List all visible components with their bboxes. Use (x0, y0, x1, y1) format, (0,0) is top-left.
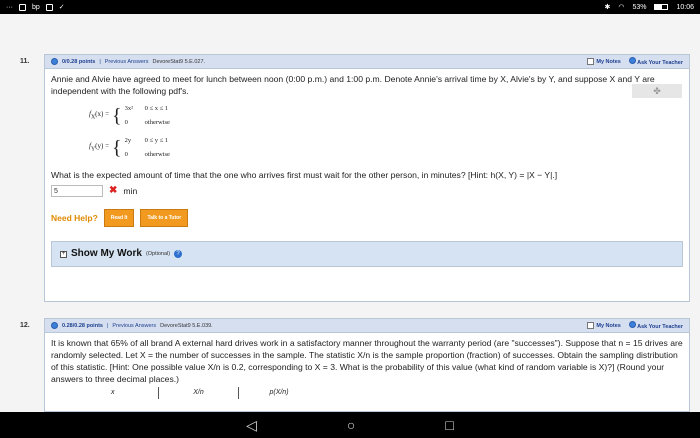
help-icon[interactable]: ? (174, 250, 183, 258)
optional-label: (Optional) (145, 251, 171, 257)
show-work-panel[interactable]: + Show My Work (Optional) ? (51, 241, 683, 267)
expand-icon[interactable]: + (60, 250, 67, 258)
fx-cond2: otherwise (144, 119, 170, 126)
ask-icon (628, 321, 636, 328)
extension-puzzle-icon[interactable]: ✤ (632, 84, 682, 98)
show-work-title: Show My Work (71, 248, 142, 259)
fx-cond1: 0 ≤ x ≤ 1 (144, 105, 169, 112)
check-icon: ✓ (58, 4, 65, 11)
help-row: Need Help? Read It Talk to a Tutor (51, 209, 683, 227)
home-button[interactable]: ○ (347, 417, 355, 433)
fx-expr1: 3x² (124, 105, 134, 112)
question-source: DevoreStat9 5.E.039. (160, 322, 213, 329)
checkbox-icon[interactable] (587, 322, 595, 329)
status-left-icons: ··· bp ✓ (6, 3, 65, 11)
previous-answers-link[interactable]: Previous Answers (105, 59, 149, 65)
my-notes-toggle[interactable]: My Notes (587, 58, 621, 65)
bluetooth-icon: ✱ (604, 4, 611, 11)
question-12: 0.28/0.28 points | Previous Answers Devo… (44, 318, 690, 412)
pdf-fx: fX(x) = { 3x² 0 ≤ x ≤ 1 0 otherwise (89, 103, 683, 129)
pdf-fy: fY(y) = { 2y 0 ≤ y ≤ 1 0 otherwise (89, 135, 683, 161)
fy-expr1: 2y (124, 137, 132, 144)
question-prompt: What is the expected amount of time that… (51, 170, 558, 180)
status-dot-icon (51, 322, 58, 329)
fy-cond2: otherwise (144, 151, 170, 158)
battery-percent: 53% (632, 3, 647, 11)
clock: 10:06 (676, 3, 694, 11)
notification-icon (45, 3, 53, 11)
question-number: 12. (20, 322, 30, 329)
fy-expr2: 0 (124, 151, 128, 158)
question-number: 11. (20, 58, 30, 65)
unit-label: min (123, 186, 138, 196)
ask-teacher-link[interactable]: Ask Your Teacher (628, 321, 683, 330)
table-header: x X/n p(X/n) (111, 387, 683, 399)
points: 0.28/0.28 points (62, 322, 103, 329)
screenshot-icon (19, 3, 26, 11)
checkbox-icon[interactable] (587, 58, 595, 65)
ask-teacher-link[interactable]: Ask Your Teacher (628, 57, 683, 66)
status-bar: ··· bp ✓ ✱ ◠ 53% 10:06 (0, 0, 700, 14)
col-xn: X/n (159, 387, 239, 399)
recents-button[interactable]: □ (445, 417, 453, 433)
question-source: DevoreStat9 5.E.027. (152, 58, 206, 65)
incorrect-icon: ✖ (109, 185, 118, 196)
battery-icon (654, 4, 669, 10)
col-x: x (111, 387, 159, 399)
fy-cond1: 0 ≤ y ≤ 1 (144, 137, 169, 144)
question-11: 0/0.28 points | Previous Answers DevoreS… (44, 54, 690, 302)
app-icon: bp (32, 3, 40, 11)
wifi-icon: ◠ (618, 4, 625, 11)
read-it-button[interactable]: Read It (103, 209, 135, 227)
question-text: Annie and Alvie have agreed to meet for … (51, 74, 655, 96)
fx-expr2: 0 (124, 119, 128, 126)
question-text: It is known that 65% of all brand A exte… (51, 338, 683, 384)
question-header: 0.28/0.28 points | Previous Answers Devo… (45, 319, 689, 333)
more-icon: ··· (6, 3, 13, 11)
previous-answers-link[interactable]: Previous Answers (112, 323, 156, 329)
my-notes-toggle[interactable]: My Notes (587, 322, 621, 329)
answer-input[interactable] (51, 185, 103, 197)
talk-tutor-button[interactable]: Talk to a Tutor (140, 209, 189, 227)
points: 0/0.28 points (62, 58, 96, 65)
nav-bar: ◁ ○ □ (0, 412, 700, 438)
page-content: 11. 0/0.28 points | Previous Answers Dev… (0, 14, 700, 412)
question-header: 0/0.28 points | Previous Answers DevoreS… (45, 55, 689, 69)
need-help-label: Need Help? (51, 213, 98, 223)
status-dot-icon (51, 58, 58, 65)
ask-icon (628, 57, 636, 64)
back-button[interactable]: ◁ (246, 417, 257, 434)
col-pxn: p(X/n) (269, 389, 289, 396)
